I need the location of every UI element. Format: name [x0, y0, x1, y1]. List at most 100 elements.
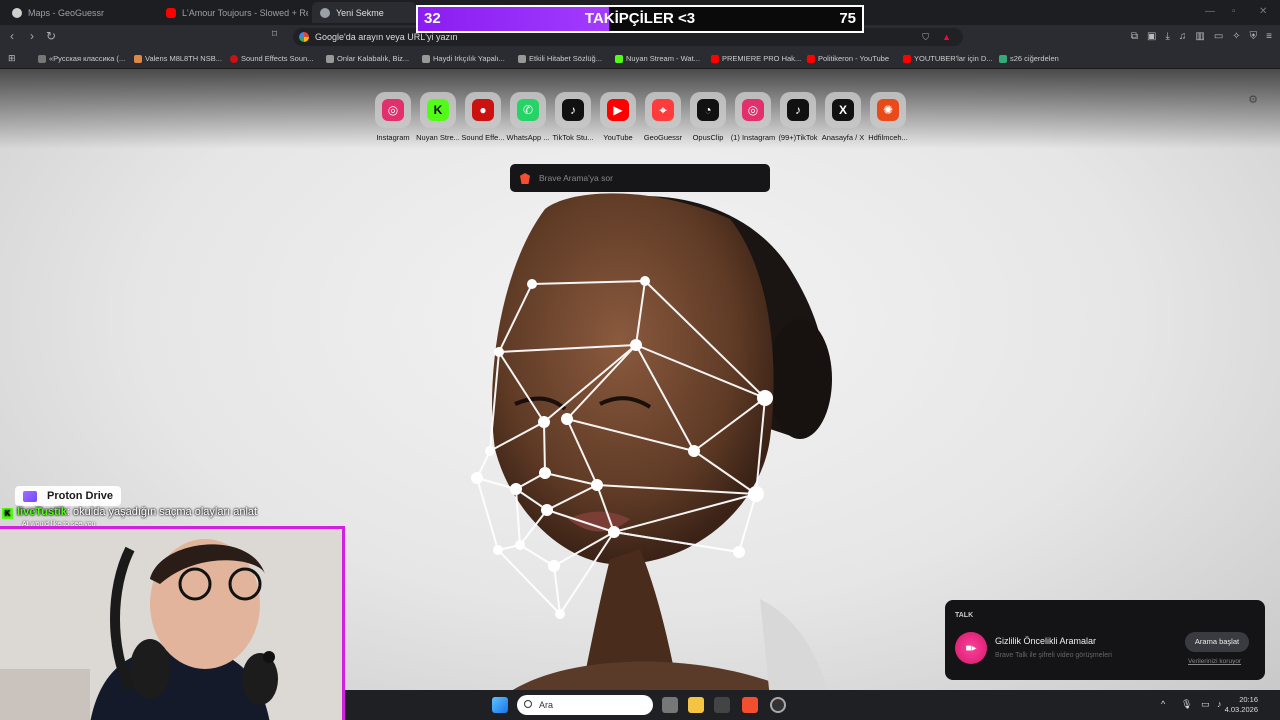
speed-dial-opusclip[interactable]: ◔ — [690, 92, 726, 128]
bookmark-item[interactable]: Etkili Hitabet Sözlüğ... — [518, 54, 602, 63]
bookmark-favicon-icon — [326, 54, 334, 63]
microphone-icon[interactable]: 🎙 — [1181, 699, 1192, 710]
menu-icon[interactable]: ≡ — [1266, 31, 1272, 42]
speed-dial-instagram[interactable]: ◎ — [375, 92, 411, 128]
speed-dial-label: Hdfilmceh... — [868, 133, 908, 142]
download-icon[interactable]: ⤓ — [1165, 31, 1169, 42]
bookmark-favicon-icon — [422, 54, 430, 63]
minimize-icon[interactable]: — — [1205, 6, 1215, 17]
opusclip-icon: ◔ — [697, 99, 719, 121]
tab-new-tab[interactable]: Yeni Sekme — [312, 2, 416, 23]
obs-icon[interactable] — [770, 697, 786, 713]
follower-current: 32 — [424, 10, 441, 27]
bookmark-item[interactable]: Nuyan Stream - Wat... — [615, 54, 700, 63]
reload-icon[interactable]: ↻ — [46, 29, 56, 43]
file-explorer-icon[interactable] — [688, 697, 704, 713]
chat-message-overlay: KliveTustik: okulda yaşadığın saçma olay… — [2, 506, 257, 519]
tiktok-icon: ♪ — [562, 99, 584, 121]
bookmark-label: Etkili Hitabet Sözlüğ... — [529, 54, 602, 63]
tray-chevron-icon[interactable]: ^ — [1161, 699, 1165, 709]
speed-dial-sound-effects[interactable]: ● — [465, 92, 501, 128]
tab-label: Yeni Sekme — [336, 7, 384, 18]
shields-icon[interactable]: ⛉ — [922, 28, 929, 46]
bookmark-item[interactable]: Haydi Irkçılık Yapalı... — [422, 54, 505, 63]
start-call-button[interactable]: Arama başlat — [1185, 632, 1249, 652]
bookmark-icon[interactable]: ⌑ — [272, 29, 277, 40]
speed-dial-tiktok[interactable]: ♪ — [555, 92, 591, 128]
kick-icon: K — [427, 99, 449, 121]
proton-drive-label: Proton Drive — [47, 490, 114, 502]
apps-grid-icon[interactable]: ⊞ — [8, 53, 16, 64]
bookmark-favicon-icon — [38, 54, 46, 63]
bookmark-label: Sound Effects Soun... — [241, 54, 314, 63]
bookmark-label: Politikeron - YouTube — [818, 54, 890, 63]
bookmark-item[interactable]: Politikeron - YouTube — [807, 54, 889, 63]
task-view-icon[interactable] — [662, 697, 678, 713]
bookmark-item[interactable]: YOUTUBER'lar için D... — [903, 54, 993, 63]
webcam-overlay — [0, 526, 345, 720]
bookmark-item[interactable]: PREMIERE PRO Hak... — [711, 54, 801, 63]
bookmark-favicon-icon — [615, 54, 623, 63]
bookmark-favicon-icon — [711, 54, 719, 63]
speed-dial-instagram[interactable]: ◎ — [735, 92, 771, 128]
bookmark-label: Onlar Kalabalık, Biz... — [337, 54, 410, 63]
sidebar-icon[interactable]: ▥ — [1195, 31, 1204, 42]
address-placeholder: Google'da arayın veya URL'yi yazın — [315, 32, 458, 42]
bookmark-label: YOUTUBER'lar için D... — [914, 54, 993, 63]
follower-goal-overlay: TAKİPÇİLER <3 32 75 — [416, 5, 864, 33]
bookmark-label: s26 ciğerdelen — [1010, 54, 1059, 63]
bookmark-favicon-icon — [230, 54, 238, 63]
google-icon — [299, 32, 309, 42]
reader-icon[interactable]: ▣ — [1147, 31, 1156, 42]
bookmark-favicon-icon — [807, 54, 815, 63]
bookmark-item[interactable]: Onlar Kalabalık, Biz... — [326, 54, 409, 63]
clock-time: 20:16 — [1239, 695, 1258, 704]
back-icon[interactable]: ‹ — [10, 29, 14, 43]
search-icon — [524, 700, 532, 708]
microsoft-store-icon[interactable] — [714, 697, 730, 713]
wallet-icon[interactable]: ▭ — [1214, 31, 1223, 42]
network-icon[interactable]: ▭ — [1201, 699, 1210, 710]
system-clock[interactable]: 20:16 4.03.2026 — [1225, 695, 1258, 715]
speed-dial-tiktok[interactable]: ♪ — [780, 92, 816, 128]
speed-dial-kick[interactable]: K — [420, 92, 456, 128]
whatsapp-icon: ✆ — [517, 99, 539, 121]
tab-geoguessr[interactable]: Maps - GeoGuessr — [4, 2, 154, 23]
speed-dial-whatsapp[interactable]: ✆ — [510, 92, 546, 128]
close-window-icon[interactable]: ✕ — [1259, 6, 1267, 17]
speed-dial-geoguessr[interactable]: ⌖ — [645, 92, 681, 128]
bookmark-label: «Русская классика (... — [49, 54, 126, 63]
windows-taskbar: Ara ^ 🎙 ▭ ♪ 20:16 4.03.2026 — [345, 690, 1280, 720]
windows-start-icon[interactable] — [492, 697, 508, 713]
speed-dial-x[interactable]: X — [825, 92, 861, 128]
leo-ai-icon[interactable]: ✧ — [1232, 31, 1240, 42]
bookmark-item[interactable]: Valens M8L8TH NSB... — [134, 54, 222, 63]
instagram-icon: ◎ — [742, 99, 764, 121]
maximize-icon[interactable]: ▫ — [1232, 6, 1236, 17]
rewards-icon[interactable]: ▲ — [942, 28, 951, 46]
clock-date: 4.03.2026 — [1224, 705, 1258, 714]
hdfilm-icon: ✺ — [877, 99, 899, 121]
volume-icon[interactable]: ♪ — [1217, 699, 1222, 709]
bookmark-label: PREMIERE PRO Hak... — [722, 54, 802, 63]
extensions-icon[interactable]: ⧉ — [1131, 31, 1138, 42]
taskbar-search[interactable]: Ara — [517, 695, 653, 715]
forward-icon[interactable]: › — [30, 29, 34, 43]
follower-goal-title: TAKİPÇİLER <3 — [584, 10, 696, 27]
vpn-icon[interactable]: ⛨ — [1250, 31, 1258, 42]
bookmark-favicon-icon — [903, 54, 911, 63]
speed-dial-hdfilm[interactable]: ✺ — [870, 92, 906, 128]
speed-dial-youtube[interactable]: ▶ — [600, 92, 636, 128]
proton-drive-banner: Proton Drive — [15, 486, 121, 506]
geoguessr-icon: ⌖ — [652, 99, 674, 121]
media-icon[interactable]: ♫ — [1179, 31, 1187, 42]
bookmark-item[interactable]: «Русская классика (... — [38, 54, 125, 63]
privacy-link[interactable]: Verilerinizi koruyor — [1188, 658, 1241, 665]
brave-browser-icon[interactable] — [742, 697, 758, 713]
tab-youtube-song[interactable]: L'Amour Toujours - Slowed + Re — [158, 2, 308, 23]
bookmark-item[interactable]: Sound Effects Soun... — [230, 54, 313, 63]
settings-gear-icon[interactable]: ⚙ — [1248, 93, 1258, 106]
maps-favicon-icon — [12, 7, 22, 18]
bookmark-item[interactable]: s26 ciğerdelen — [999, 54, 1059, 63]
background-face-illustration — [440, 179, 840, 690]
